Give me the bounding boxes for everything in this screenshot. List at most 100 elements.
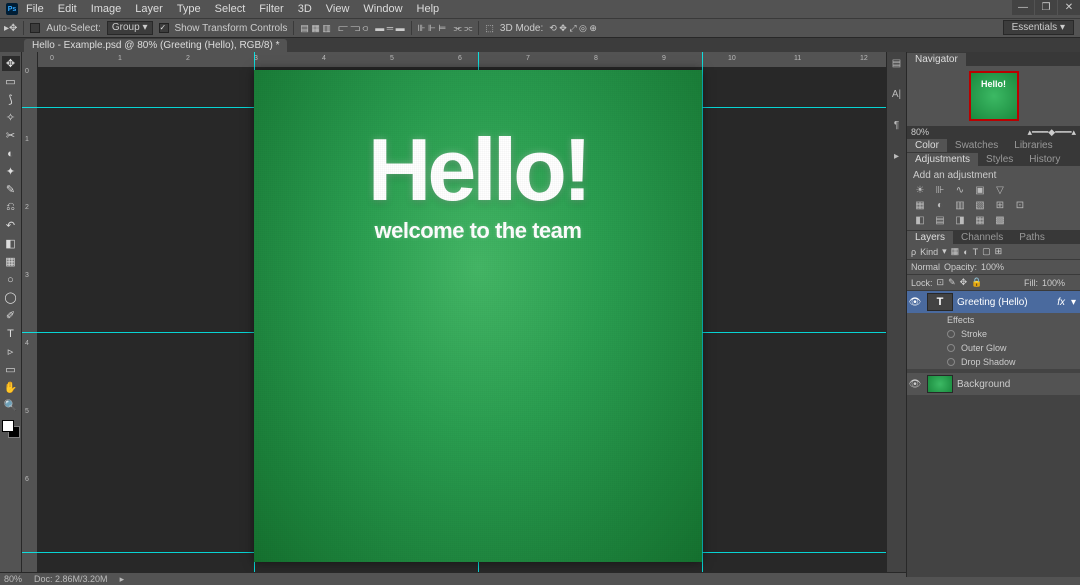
layer-effects[interactable]: Effects [907, 313, 1080, 327]
navigator-zoom[interactable]: 80% [911, 127, 929, 137]
stamp-tool[interactable]: ⎌ [2, 200, 20, 215]
path-tool[interactable]: ▹ [2, 344, 20, 359]
adj-lookup-icon[interactable]: ⊡ [1013, 199, 1027, 211]
menu-window[interactable]: Window [363, 3, 402, 15]
adj-levels-icon[interactable]: ⊪ [933, 184, 947, 196]
lock-image-icon[interactable]: ✎ [948, 277, 956, 288]
tab-layers[interactable]: Layers [907, 231, 953, 244]
fill-input[interactable]: 100% [1042, 278, 1076, 288]
distribute-icons[interactable]: ⊪ ⊩ ⊨ ⫘ ⫗ [418, 23, 473, 34]
layer-visibility-icon[interactable]: 👁 [907, 379, 923, 390]
align-icons[interactable]: ▤ ▦ ▥ ⫍ ⫎ ⫏ ▬ ═ ▬ [300, 23, 404, 34]
layer-fx-badge[interactable]: fx [1057, 297, 1071, 308]
adj-brightness-icon[interactable]: ☀ [913, 184, 927, 196]
layer-background[interactable]: 👁 Background [907, 373, 1080, 395]
healing-tool[interactable]: ✦ [2, 164, 20, 179]
pen-tool[interactable]: ✐ [2, 308, 20, 323]
lock-position-icon[interactable]: ✥ [960, 277, 968, 288]
dodge-tool[interactable]: ◯ [2, 290, 20, 305]
eyedropper-tool[interactable]: ◐ [2, 146, 20, 161]
maximize-button[interactable]: ❐ [1035, 0, 1057, 15]
tab-color[interactable]: Color [907, 139, 947, 152]
3d-mode-icons[interactable]: ⟲ ✥ ⤢ ◎ ⊕ [549, 23, 597, 34]
filter-shape-icon[interactable]: ▢ [982, 246, 991, 257]
lock-transparent-icon[interactable]: ⊡ [937, 277, 945, 288]
history-icon[interactable]: ▤ [892, 58, 901, 69]
adj-mixer-icon[interactable]: ⊞ [993, 199, 1007, 211]
paragraph-icon[interactable]: ¶ [894, 120, 899, 131]
menu-filter[interactable]: Filter [259, 3, 283, 15]
menu-layer[interactable]: Layer [135, 3, 163, 15]
type-tool[interactable]: T [2, 326, 20, 341]
workspace-switcher[interactable]: Essentials ▾ [1003, 20, 1074, 35]
menu-3d[interactable]: 3D [298, 3, 312, 15]
show-transform-checkbox[interactable] [159, 23, 169, 33]
navigator-thumbnail[interactable] [969, 71, 1019, 121]
effect-outer-glow[interactable]: Outer Glow [907, 341, 1080, 355]
adj-curves-icon[interactable]: ∿ [953, 184, 967, 196]
color-swatches[interactable] [2, 420, 20, 438]
adj-threshold-icon[interactable]: ◨ [953, 214, 967, 226]
tab-swatches[interactable]: Swatches [947, 139, 1006, 152]
ruler-vertical[interactable]: 0123456 [22, 52, 38, 577]
auto-select-target[interactable]: Group ▾ [107, 21, 153, 35]
actions-icon[interactable]: ▸ [894, 151, 899, 162]
tab-styles[interactable]: Styles [978, 153, 1021, 166]
blend-mode[interactable]: Normal [911, 262, 940, 272]
zoom-tool[interactable]: 🔍 [2, 398, 20, 413]
tab-channels[interactable]: Channels [953, 231, 1011, 244]
crop-tool[interactable]: ✂ [2, 128, 20, 143]
brush-tool[interactable]: ✎ [2, 182, 20, 197]
menu-help[interactable]: Help [417, 3, 440, 15]
marquee-tool[interactable]: ▭ [2, 74, 20, 89]
menu-select[interactable]: Select [215, 3, 246, 15]
tab-navigator[interactable]: Navigator [907, 53, 966, 66]
filter-type-icon[interactable]: T [973, 247, 979, 257]
menu-image[interactable]: Image [91, 3, 122, 15]
tab-adjustments[interactable]: Adjustments [907, 153, 978, 166]
adj-invert-icon[interactable]: ◧ [913, 214, 927, 226]
move-tool[interactable]: ✥ [2, 56, 20, 71]
document-canvas[interactable]: Hello! welcome to the team [254, 70, 702, 562]
minimize-button[interactable]: — [1012, 0, 1034, 15]
filter-smart-icon[interactable]: ⊞ [995, 246, 1003, 257]
effect-drop-shadow[interactable]: Drop Shadow [907, 355, 1080, 369]
guide-v-right[interactable] [702, 52, 703, 577]
lasso-tool[interactable]: ⟆ [2, 92, 20, 107]
status-arrow-icon[interactable]: ▸ [120, 574, 125, 585]
ruler-horizontal[interactable]: 0123456789101112 [38, 52, 886, 68]
menu-file[interactable]: File [26, 3, 44, 15]
adj-vibrance-icon[interactable]: ▽ [993, 184, 1007, 196]
navigator-slider[interactable]: ▴━━━◆━━━▴ [1028, 127, 1076, 138]
tab-paths[interactable]: Paths [1011, 231, 1053, 244]
fx-collapse-icon[interactable]: ▾ [1071, 297, 1080, 308]
adj-exposure-icon[interactable]: ▣ [973, 184, 987, 196]
layer-visibility-icon[interactable]: 👁 [907, 297, 923, 308]
adj-balance-icon[interactable]: ◐ [933, 199, 947, 211]
status-zoom[interactable]: 80% [4, 574, 22, 584]
menu-view[interactable]: View [326, 3, 350, 15]
hand-tool[interactable]: ✋ [2, 380, 20, 395]
adj-hue-icon[interactable]: ▦ [913, 199, 927, 211]
filter-adjust-icon[interactable]: ◐ [963, 247, 968, 257]
adj-poster-icon[interactable]: ▤ [933, 214, 947, 226]
adj-bw-icon[interactable]: ▥ [953, 199, 967, 211]
blur-tool[interactable]: ○ [2, 272, 20, 287]
document-tab[interactable]: Hello - Example.psd @ 80% (Greeting (Hel… [24, 39, 287, 52]
status-doc[interactable]: Doc: 2.86M/3.20M [34, 574, 108, 584]
auto-select-checkbox[interactable] [30, 23, 40, 33]
close-button[interactable]: ✕ [1058, 0, 1080, 15]
tab-libraries[interactable]: Libraries [1006, 139, 1060, 152]
eraser-tool[interactable]: ◧ [2, 236, 20, 251]
effect-stroke[interactable]: Stroke [907, 327, 1080, 341]
filter-pixel-icon[interactable]: ▦ [951, 246, 960, 257]
tab-history[interactable]: History [1021, 153, 1068, 166]
navigator-panel[interactable] [907, 66, 1080, 126]
adj-selective-icon[interactable]: ▩ [993, 214, 1007, 226]
menu-edit[interactable]: Edit [58, 3, 77, 15]
adj-photo-icon[interactable]: ▧ [973, 199, 987, 211]
layer-greeting[interactable]: 👁 T Greeting (Hello) fx ▾ [907, 291, 1080, 313]
character-icon[interactable]: A| [892, 89, 901, 100]
history-brush-tool[interactable]: ↶ [2, 218, 20, 233]
gradient-tool[interactable]: ▦ [2, 254, 20, 269]
